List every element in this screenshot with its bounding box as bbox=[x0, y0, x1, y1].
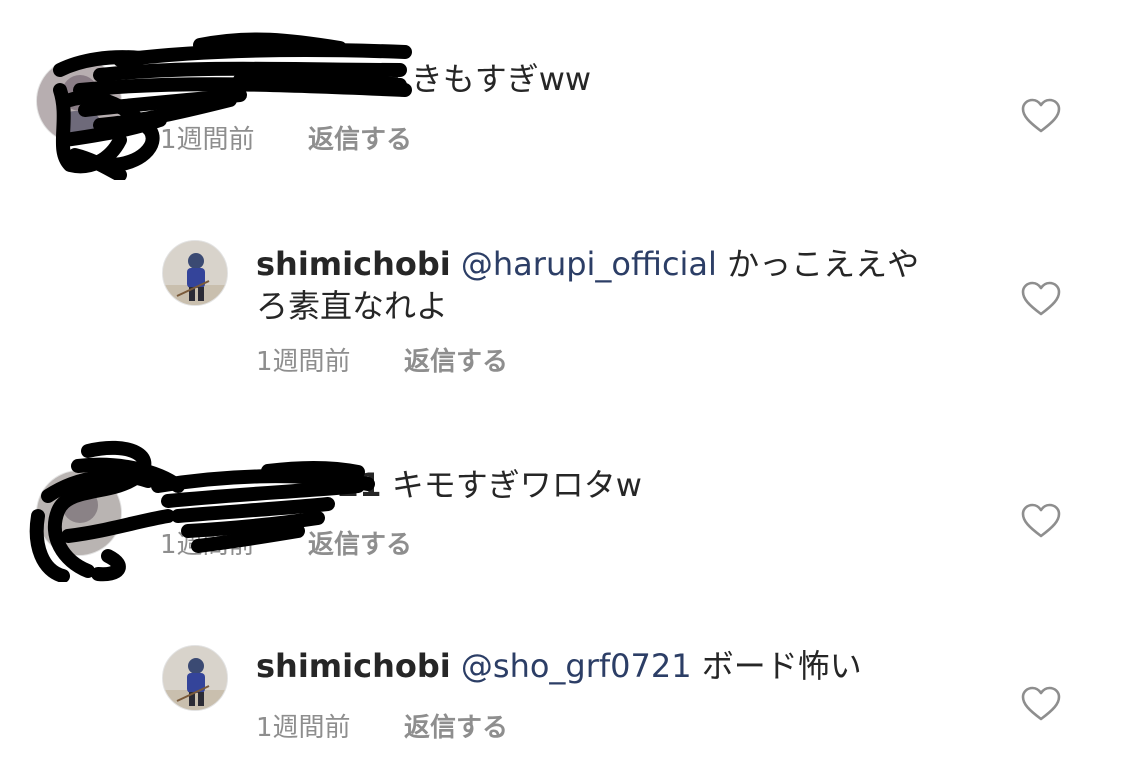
reply-button[interactable]: 返信する bbox=[404, 711, 508, 745]
comment-time: 1週間前 bbox=[256, 347, 351, 377]
comment-body: キモすぎワロタw bbox=[391, 466, 642, 504]
heart-outline-icon[interactable] bbox=[1021, 98, 1061, 134]
comment-time: 1週間前 bbox=[256, 713, 351, 743]
comments-screen: al きもすぎww 1週間前 返信する shimichobi @harupi_o… bbox=[0, 0, 1125, 778]
heart-outline-icon[interactable] bbox=[1021, 503, 1061, 539]
comment-username[interactable]: shimichobi bbox=[256, 647, 451, 685]
mention-link[interactable]: @harupi_official bbox=[461, 245, 717, 283]
comment-body-line1: かっこええや bbox=[727, 245, 920, 283]
avatar[interactable] bbox=[162, 645, 228, 711]
comment-username[interactable]: shimichobi bbox=[256, 245, 451, 283]
comment-text: shimichobi @harupi_official かっこええや ろ素直なれ… bbox=[256, 243, 956, 327]
comment-body: ボード怖い bbox=[701, 647, 862, 685]
reply-button[interactable]: 返信する bbox=[404, 345, 508, 379]
mention-link[interactable]: @sho_grf0721 bbox=[461, 647, 692, 685]
heart-outline-icon[interactable] bbox=[1021, 686, 1061, 722]
comment-body-line2: ろ素直なれよ bbox=[256, 287, 449, 325]
avatar[interactable] bbox=[162, 240, 228, 306]
heart-outline-icon[interactable] bbox=[1021, 281, 1061, 317]
redaction-scribble bbox=[29, 440, 375, 582]
comment-text: shimichobi @sho_grf0721 ボード怖い bbox=[256, 645, 862, 687]
comment-meta: 1週間前 返信する bbox=[256, 345, 508, 379]
redaction-scribble bbox=[53, 32, 412, 180]
comment-body: きもすぎww bbox=[410, 60, 592, 98]
comment-meta: 1週間前 返信する bbox=[256, 711, 508, 745]
